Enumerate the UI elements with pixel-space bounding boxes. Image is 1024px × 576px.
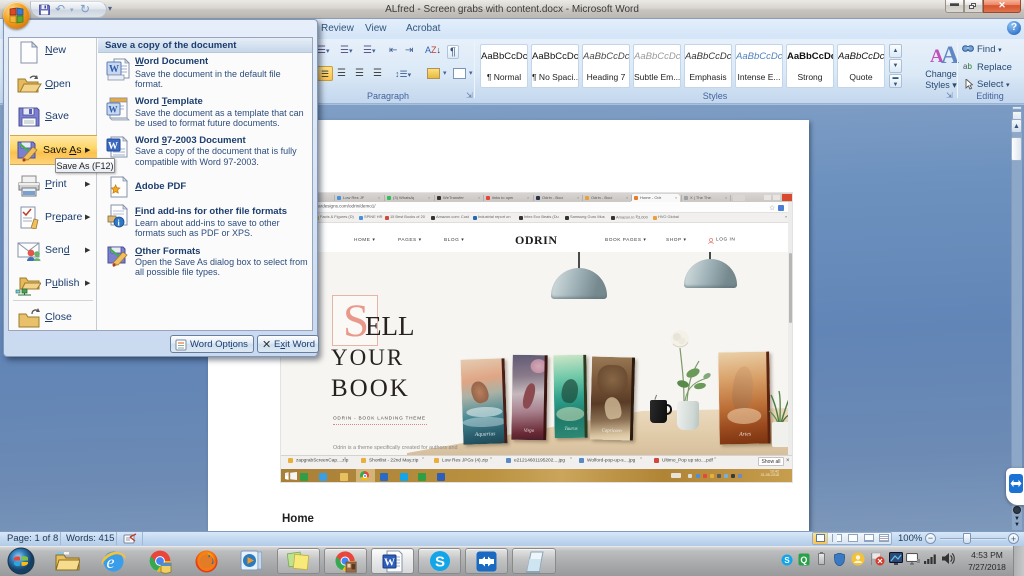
svg-text:W: W [109,105,118,115]
svg-text:W: W [109,64,119,75]
svg-text:Q: Q [800,555,807,565]
svg-text:S: S [784,556,790,565]
svg-text:W: W [384,557,395,569]
svg-text:W: W [108,141,118,152]
svg-text:S: S [435,554,445,571]
